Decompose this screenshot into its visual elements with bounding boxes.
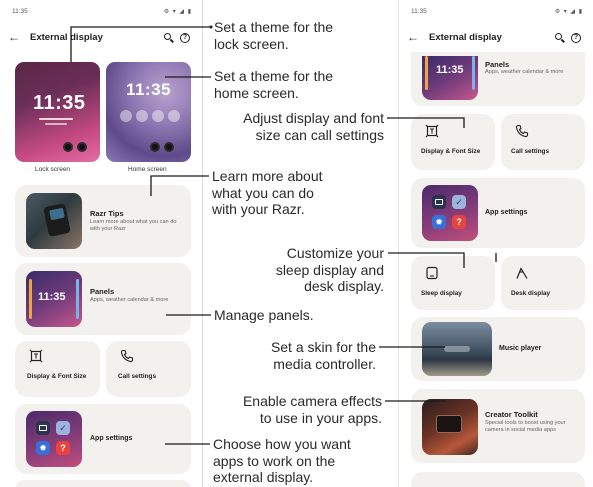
annotation-learn-more: Learn more about what you can do with yo… (212, 168, 323, 217)
leader-learn-more (150, 175, 209, 196)
leader-sleep-desk (388, 252, 497, 268)
annotation-home-theme: Set a theme for the home screen. (214, 68, 334, 101)
annotation-apps-work: Choose how you want apps to work on the … (213, 436, 351, 485)
annotation-lock-theme: Set a theme for the lock screen. (214, 19, 334, 52)
annotation-camera-effects: Enable camera effects to use in your app… (242, 393, 382, 426)
annotation-display-font: Adjust display and font size can call se… (243, 110, 384, 143)
annotation-skin-media: Set a skin for the media controller. (270, 339, 376, 372)
annotation-manage-panels: Manage panels. (214, 307, 314, 323)
leader-lock-theme (70, 26, 211, 62)
leader-display-font (387, 117, 465, 128)
annotation-sleep-desk: Customize your sleep display and desk di… (275, 245, 384, 294)
